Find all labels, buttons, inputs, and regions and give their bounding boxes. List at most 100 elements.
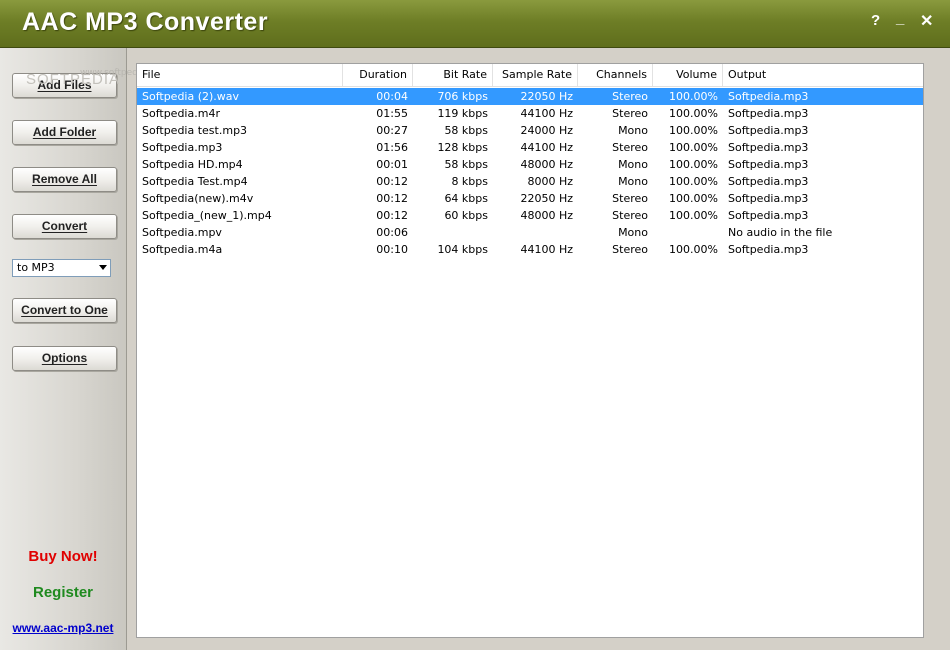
cell-bit-rate: 58 kbps [444, 158, 488, 171]
cell-duration: 00:06 [376, 226, 408, 239]
table-row[interactable]: Softpedia HD.mp4 00:01 58 kbps 48000 Hz … [137, 156, 923, 173]
cell-output: Softpedia.mp3 [728, 141, 809, 154]
column-header-bit-rate[interactable]: Bit Rate [413, 64, 493, 86]
cell-volume: 100.00% [669, 141, 718, 154]
cell-volume: 100.00% [669, 107, 718, 120]
title-bar: AAC MP3 Converter ? _ ✕ [0, 0, 950, 48]
cell-sample-rate: 48000 Hz [520, 209, 573, 222]
cell-channels: Mono [618, 226, 648, 239]
cell-output: No audio in the file [728, 226, 833, 239]
table-row[interactable]: Softpedia.mp3 01:56 128 kbps 44100 Hz St… [137, 139, 923, 156]
column-header-file[interactable]: File [137, 64, 343, 86]
table-row[interactable]: Softpedia.m4a 00:10 104 kbps 44100 Hz St… [137, 241, 923, 258]
column-header-output[interactable]: Output [723, 64, 923, 86]
cell-channels: Mono [618, 124, 648, 137]
website-link[interactable]: www.aac-mp3.net [0, 621, 126, 635]
cell-bit-rate: 64 kbps [444, 192, 488, 205]
cell-output: Softpedia.mp3 [728, 175, 809, 188]
cell-bit-rate: 8 kbps [451, 175, 488, 188]
table-row[interactable]: Softpedia.mpv 00:06 Mono No audio in the… [137, 224, 923, 241]
cell-bit-rate: 706 kbps [437, 90, 488, 103]
cell-file: Softpedia HD.mp4 [142, 158, 243, 171]
output-format-value: to MP3 [17, 261, 55, 274]
file-rows: Softpedia (2).wav 00:04 706 kbps 22050 H… [137, 88, 923, 258]
cell-file: Softpedia Test.mp4 [142, 175, 248, 188]
cell-duration: 00:01 [376, 158, 408, 171]
cell-channels: Stereo [612, 209, 648, 222]
table-row[interactable]: Softpedia(new).m4v 00:12 64 kbps 22050 H… [137, 190, 923, 207]
cell-file: Softpedia_(new_1).mp4 [142, 209, 272, 222]
cell-duration: 01:55 [376, 107, 408, 120]
cell-file: Softpedia.mp3 [142, 141, 223, 154]
cell-output: Softpedia.mp3 [728, 90, 809, 103]
cell-duration: 00:10 [376, 243, 408, 256]
minimize-button[interactable]: _ [896, 10, 904, 27]
cell-output: Softpedia.mp3 [728, 107, 809, 120]
column-header-volume[interactable]: Volume [653, 64, 723, 86]
column-header-channels[interactable]: Channels [578, 64, 653, 86]
cell-bit-rate: 104 kbps [437, 243, 488, 256]
table-row[interactable]: Softpedia (2).wav 00:04 706 kbps 22050 H… [137, 88, 923, 105]
cell-sample-rate [493, 224, 578, 241]
table-row[interactable]: Softpedia Test.mp4 00:12 8 kbps 8000 Hz … [137, 173, 923, 190]
close-button[interactable]: ✕ [920, 11, 933, 31]
cell-duration: 00:04 [376, 90, 408, 103]
app-title: AAC MP3 Converter [22, 8, 269, 36]
cell-sample-rate: 8000 Hz [527, 175, 573, 188]
convert-button[interactable]: Convert [12, 214, 117, 239]
table-row[interactable]: Softpedia test.mp3 00:27 58 kbps 24000 H… [137, 122, 923, 139]
file-list[interactable]: File Duration Bit Rate Sample Rate Chann… [136, 63, 924, 638]
chevron-down-icon [99, 265, 107, 270]
cell-bit-rate: 128 kbps [437, 141, 488, 154]
convert-to-one-button[interactable]: Convert to One [12, 298, 117, 323]
remove-all-button[interactable]: Remove All [12, 167, 117, 192]
cell-duration: 00:12 [376, 175, 408, 188]
cell-channels: Stereo [612, 107, 648, 120]
cell-sample-rate: 44100 Hz [520, 243, 573, 256]
cell-volume: 100.00% [669, 209, 718, 222]
cell-sample-rate: 22050 Hz [520, 192, 573, 205]
cell-volume: 100.00% [669, 175, 718, 188]
cell-volume: 100.00% [669, 243, 718, 256]
column-header-sample-rate[interactable]: Sample Rate [493, 64, 578, 86]
cell-bit-rate [413, 224, 493, 241]
cell-bit-rate: 119 kbps [437, 107, 488, 120]
table-row[interactable]: Softpedia.m4r 01:55 119 kbps 44100 Hz St… [137, 105, 923, 122]
cell-volume: 100.00% [669, 192, 718, 205]
options-button[interactable]: Options [12, 346, 117, 371]
cell-channels: Mono [618, 175, 648, 188]
register-link[interactable]: Register [0, 584, 126, 601]
cell-output: Softpedia.mp3 [728, 124, 809, 137]
cell-sample-rate: 44100 Hz [520, 107, 573, 120]
cell-sample-rate: 44100 Hz [520, 141, 573, 154]
cell-sample-rate: 48000 Hz [520, 158, 573, 171]
cell-output: Softpedia.mp3 [728, 158, 809, 171]
cell-file: Softpedia(new).m4v [142, 192, 254, 205]
file-list-header: File Duration Bit Rate Sample Rate Chann… [137, 64, 923, 87]
buy-now-link[interactable]: Buy Now! [0, 548, 126, 565]
cell-file: Softpedia.mpv [142, 226, 222, 239]
column-header-duration[interactable]: Duration [343, 64, 413, 86]
cell-file: Softpedia.m4r [142, 107, 220, 120]
cell-bit-rate: 58 kbps [444, 124, 488, 137]
cell-file: Softpedia.m4a [142, 243, 223, 256]
cell-output: Softpedia.mp3 [728, 243, 809, 256]
cell-channels: Stereo [612, 243, 648, 256]
cell-volume [653, 224, 723, 241]
cell-volume: 100.00% [669, 124, 718, 137]
cell-duration: 00:12 [376, 209, 408, 222]
cell-duration: 00:27 [376, 124, 408, 137]
cell-output: Softpedia.mp3 [728, 192, 809, 205]
cell-bit-rate: 60 kbps [444, 209, 488, 222]
cell-volume: 100.00% [669, 90, 718, 103]
cell-channels: Stereo [612, 141, 648, 154]
help-button[interactable]: ? [871, 12, 880, 29]
cell-sample-rate: 22050 Hz [520, 90, 573, 103]
cell-output: Softpedia.mp3 [728, 209, 809, 222]
cell-sample-rate: 24000 Hz [520, 124, 573, 137]
cell-duration: 01:56 [376, 141, 408, 154]
add-folder-button[interactable]: Add Folder [12, 120, 117, 145]
output-format-select[interactable]: to MP3 [12, 259, 111, 277]
table-row[interactable]: Softpedia_(new_1).mp4 00:12 60 kbps 4800… [137, 207, 923, 224]
cell-volume: 100.00% [669, 158, 718, 171]
